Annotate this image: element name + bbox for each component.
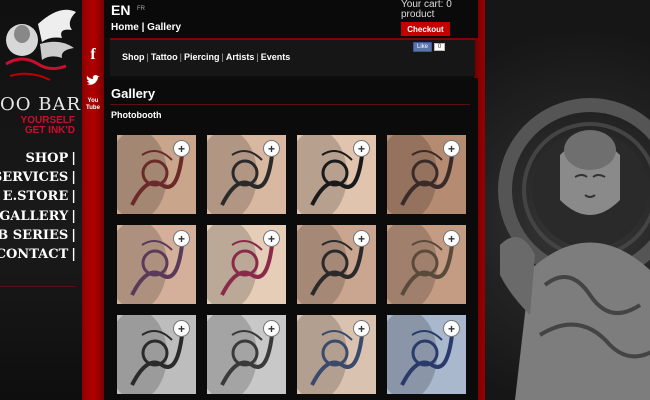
zoom-in-icon[interactable]: + (443, 140, 460, 157)
tattoo-photo-blue-angel[interactable]: + (387, 315, 466, 394)
menu-item-piercing[interactable]: Piercing (184, 52, 220, 62)
nav-item-estore[interactable]: E.STORE | (0, 187, 76, 206)
tattoo-photo-anchor-roses[interactable]: + (387, 225, 466, 304)
language-fr[interactable]: FR (137, 6, 145, 12)
tattoo-photo-lotus[interactable]: + (117, 225, 196, 304)
menu-item-artists[interactable]: Artists (226, 52, 255, 62)
zoom-in-icon[interactable]: + (263, 320, 280, 337)
zoom-in-icon[interactable]: + (263, 230, 280, 247)
tagline-line-2: GET INK'D (24, 125, 75, 136)
brand-tagline: YOURSELF GET INK'D (0, 116, 75, 136)
tattoo-photo-filigree-leg[interactable]: + (297, 225, 376, 304)
zoom-in-icon[interactable]: + (263, 140, 280, 157)
nav-item-eb-series[interactable]: EB SERIES| (0, 226, 76, 245)
nav-item-services[interactable]: SERVICES | (0, 168, 76, 187)
menu-item-events[interactable]: Events (261, 52, 291, 62)
tattoo-photo-tribal-mask[interactable]: + (387, 135, 466, 214)
section-title: Photobooth (111, 110, 162, 120)
logo-buddha-wings-icon[interactable] (0, 4, 78, 92)
zoom-in-icon[interactable]: + (173, 140, 190, 157)
zoom-in-icon[interactable]: + (443, 320, 460, 337)
facebook-like-count: 0 (434, 43, 446, 51)
zoom-in-icon[interactable]: + (353, 230, 370, 247)
youtube-icon[interactable]: You Tube (84, 94, 102, 116)
nav-item-gallery[interactable]: GALLERY | (0, 207, 76, 226)
title-divider (110, 104, 470, 105)
menu-separator: | (256, 52, 259, 62)
tattoo-photo-cherry-blossom[interactable]: + (207, 225, 286, 304)
buddha-illustration (498, 98, 650, 400)
zoom-in-icon[interactable]: + (173, 320, 190, 337)
tattoo-photo-tea-cup[interactable]: + (297, 315, 376, 394)
breadcrumb-separator: | (141, 22, 145, 33)
nav-item-shop[interactable]: SHOP | (0, 149, 76, 168)
cart-status[interactable]: Your cart: 0 product (401, 0, 475, 20)
brand-name[interactable]: OO BAR (0, 94, 80, 115)
facebook-icon[interactable]: f (84, 46, 102, 64)
menu-separator: | (221, 52, 224, 62)
tattoo-photo-rose[interactable]: + (207, 315, 286, 394)
menu-separator: | (146, 52, 149, 62)
left-nav: SHOP| SERVICES| E.STORE| GALLERY| EB SER… (0, 149, 76, 264)
facebook-like: Like 0 (413, 42, 446, 52)
tattoo-photo-silhouette-couple[interactable]: + (297, 135, 376, 214)
tattoo-photo-flowers-arm[interactable]: + (117, 135, 196, 214)
page-title: Gallery (111, 86, 156, 101)
sidebar-divider (0, 286, 76, 287)
zoom-in-icon[interactable]: + (443, 230, 460, 247)
language-en[interactable]: EN (111, 2, 130, 18)
breadcrumb: Home | Gallery (111, 22, 181, 33)
breadcrumb-home[interactable]: Home (111, 22, 139, 33)
facebook-like-button[interactable]: Like (413, 42, 433, 52)
nav-item-contact[interactable]: CONTACT | (0, 245, 76, 264)
top-menu: Shop | Tattoo | Piercing | Artists | Events (122, 52, 290, 62)
zoom-in-icon[interactable]: + (173, 230, 190, 247)
twitter-icon[interactable] (84, 72, 102, 90)
menu-item-shop[interactable]: Shop (122, 52, 145, 62)
tattoo-photo-feather-birds[interactable]: + (207, 135, 286, 214)
menu-item-tattoo[interactable]: Tattoo (151, 52, 178, 62)
zoom-in-icon[interactable]: + (353, 320, 370, 337)
menu-separator: | (179, 52, 183, 62)
zoom-in-icon[interactable]: + (353, 140, 370, 157)
tattoo-photo-script-letter[interactable]: + (117, 315, 196, 394)
checkout-button[interactable]: Checkout (401, 22, 450, 36)
left-sidebar: OO BAR YOURSELF GET INK'D SHOP | SERVICES… (0, 0, 82, 400)
breadcrumb-current: Gallery (147, 22, 182, 33)
